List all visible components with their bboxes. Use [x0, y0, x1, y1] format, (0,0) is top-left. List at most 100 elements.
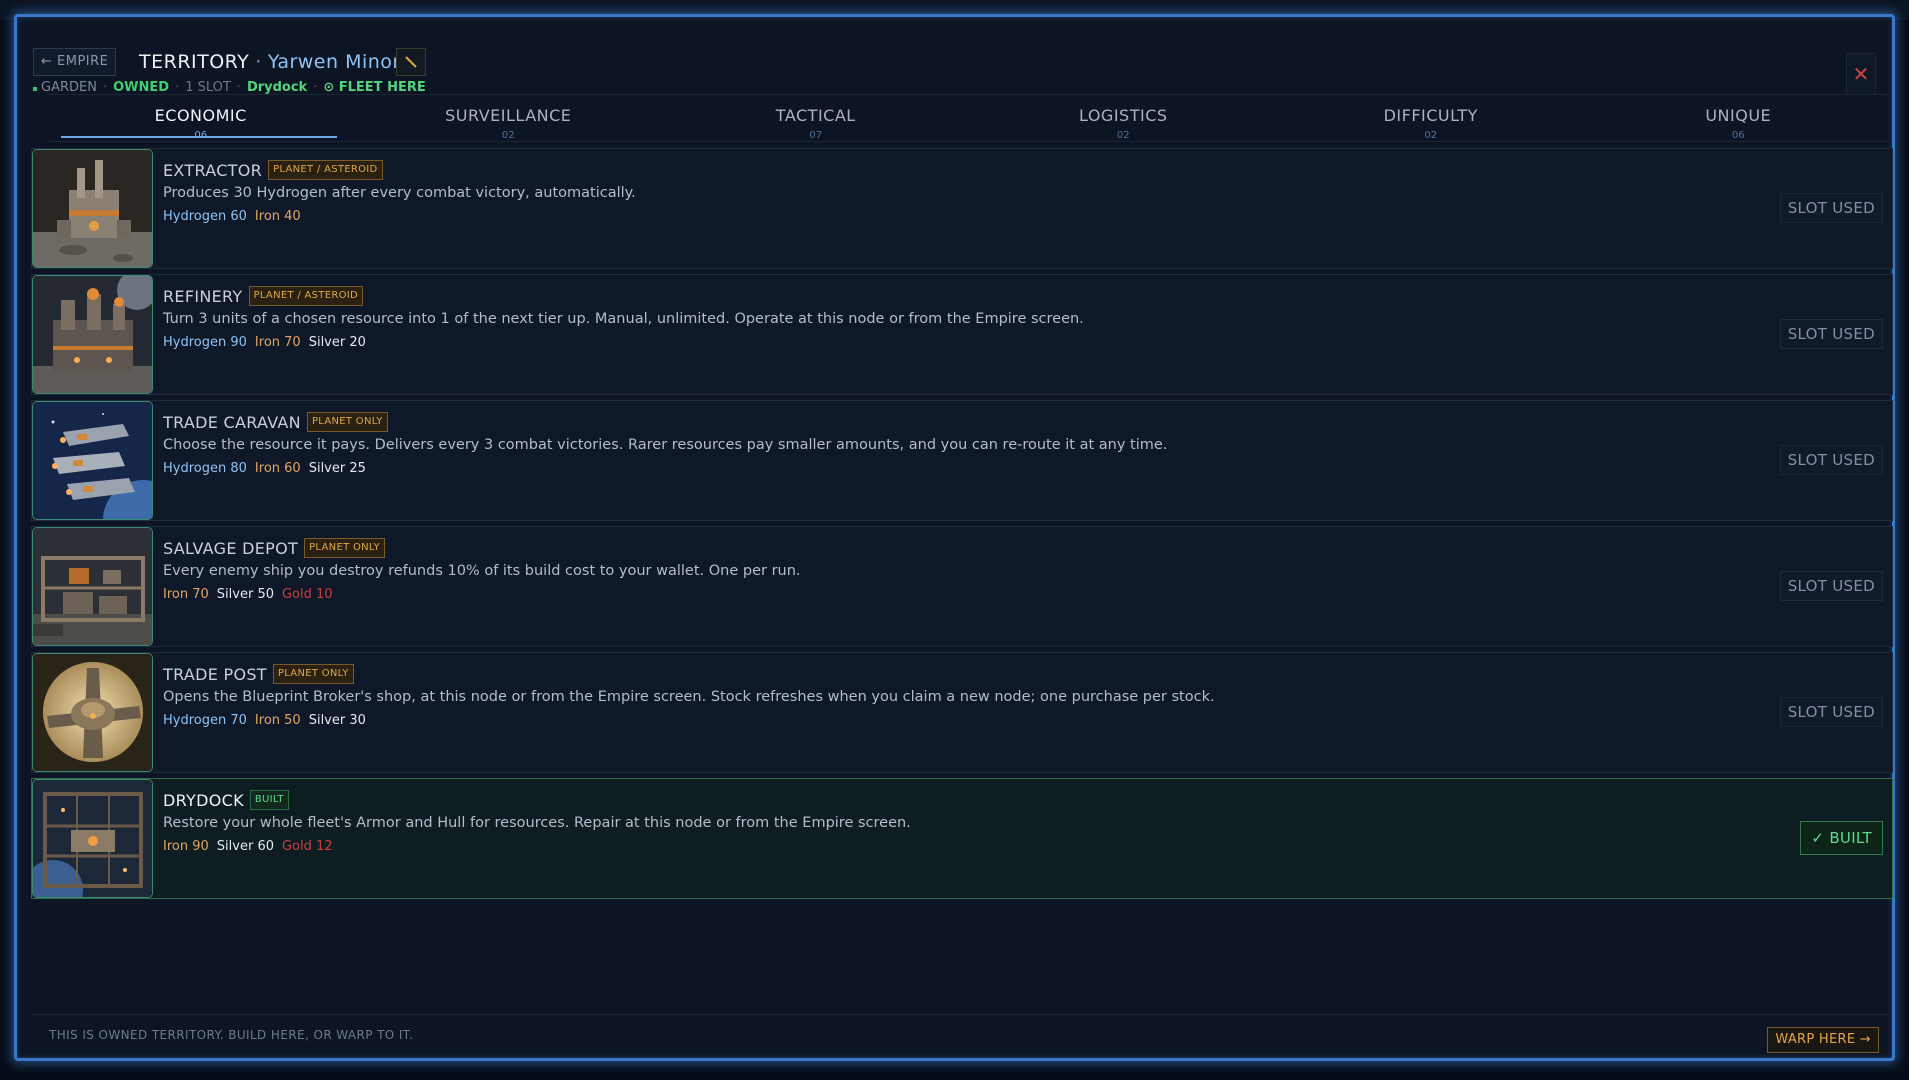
cost-amount: 60 — [257, 839, 274, 854]
close-button[interactable]: ✕ — [1846, 53, 1876, 95]
tab-label: UNIQUE — [1705, 106, 1772, 125]
slot-used-status: SLOT USED — [1779, 571, 1883, 601]
building-row-salvage-depot[interactable]: SALVAGE DEPOT PLANET ONLY Every enemy sh… — [31, 526, 1893, 647]
cost-resource: Gold — [281, 839, 312, 854]
cost-gold: Gold 12 — [282, 839, 333, 854]
footer-hint: THIS IS OWNED TERRITORY. BUILD HERE, OR … — [49, 1028, 414, 1042]
tab-count: 07 — [809, 130, 823, 141]
building-costs: Hydrogen 60 Iron 40 — [163, 209, 1712, 224]
cost-amount: 70 — [230, 713, 247, 728]
rename-button[interactable] — [396, 48, 426, 76]
refinery-thumbnail-image — [32, 275, 153, 394]
building-name: EXTRACTOR — [163, 160, 263, 180]
cost-silver: Silver 30 — [309, 713, 366, 728]
cost-amount: 40 — [284, 209, 301, 224]
building-name: TRADE POST — [163, 664, 267, 684]
building-row-trade-post[interactable]: TRADE POST PLANET ONLY Opens the Bluepri… — [31, 652, 1893, 773]
cost-amount: 10 — [316, 587, 333, 602]
cost-silver: Silver 50 — [217, 587, 274, 602]
title-separator: · — [255, 51, 262, 73]
back-to-empire-button[interactable]: ← EMPIRE — [33, 48, 117, 76]
tab-tactical[interactable]: TACTICAL 07 — [662, 95, 970, 141]
trade-post-thumbnail-image — [32, 653, 153, 772]
trade-caravan-thumbnail-image — [32, 401, 153, 520]
cost-amount: 20 — [349, 335, 366, 350]
planet-type: GARDEN — [41, 80, 97, 95]
page-title: TERRITORY · Yarwen Minor — [139, 48, 401, 76]
building-description: Every enemy ship you destroy refunds 10%… — [163, 563, 801, 579]
building-description: Restore your whole fleet's Armor and Hul… — [163, 815, 911, 831]
ownership-status: OWNED — [113, 80, 170, 95]
building-costs: Iron 70 Silver 50 Gold 10 — [163, 587, 1712, 602]
building-description: Produces 30 Hydrogen after every combat … — [163, 185, 636, 201]
tab-label: ECONOMIC — [154, 106, 247, 125]
cost-hydrogen: Hydrogen 80 — [163, 461, 247, 476]
tab-count: 02 — [1424, 130, 1438, 141]
building-row-refinery[interactable]: REFINERY PLANET / ASTEROID Turn 3 units … — [31, 274, 1893, 395]
close-icon: ✕ — [1852, 62, 1870, 86]
cost-amount: 90 — [230, 335, 247, 350]
cost-hydrogen: Hydrogen 90 — [163, 335, 247, 350]
cost-resource: Iron — [254, 335, 281, 350]
building-costs: Iron 90 Silver 60 Gold 12 — [163, 839, 1712, 854]
tab-count: 06 — [194, 130, 208, 141]
cost-hydrogen: Hydrogen 70 — [163, 713, 247, 728]
cost-resource: Hydrogen — [163, 713, 227, 728]
building-row-trade-caravan[interactable]: TRADE CARAVAN PLANET ONLY Choose the res… — [31, 400, 1893, 521]
building-row-extractor[interactable]: EXTRACTOR PLANET / ASTEROID Produces 30 … — [31, 148, 1893, 269]
building-costs: Hydrogen 90 Iron 70 Silver 20 — [163, 335, 1712, 350]
territory-modal: ← EMPIRE TERRITORY · Yarwen Minor GARDEN ·… — [14, 14, 1895, 1061]
slot-used-status: SLOT USED — [1779, 697, 1883, 727]
cost-silver: Silver 20 — [309, 335, 366, 350]
cost-amount: 30 — [349, 713, 366, 728]
building-name: SALVAGE DEPOT — [163, 538, 299, 558]
modal-footer: THIS IS OWNED TERRITORY. BUILD HERE, OR … — [31, 1014, 1891, 1058]
building-costs: Hydrogen 70 Iron 50 Silver 30 — [163, 713, 1712, 728]
building-row-drydock[interactable]: DRYDOCK BUILT Restore your whole fleet's… — [31, 778, 1893, 899]
tab-difficulty[interactable]: DIFFICULTY 02 — [1277, 95, 1585, 141]
tab-label: SURVEILLANCE — [445, 106, 572, 125]
cost-resource: Silver — [216, 587, 254, 602]
slot-used-status: SLOT USED — [1779, 193, 1883, 223]
cost-amount: 50 — [257, 587, 274, 602]
terrain-tag: PLANET ONLY — [272, 664, 354, 684]
terrain-tag: PLANET ONLY — [306, 412, 388, 432]
cost-resource: Iron — [254, 461, 281, 476]
cost-resource: Silver — [308, 335, 346, 350]
drydock-thumbnail-image — [32, 779, 153, 898]
terrain-tag: PLANET / ASTEROID — [248, 286, 363, 306]
cost-silver: Silver 25 — [309, 461, 366, 476]
building-name: DRYDOCK — [163, 790, 244, 810]
cost-iron: Iron 50 — [255, 713, 301, 728]
cost-amount: 70 — [192, 587, 209, 602]
tab-unique[interactable]: UNIQUE 06 — [1585, 95, 1893, 141]
built-status-button[interactable]: ✓ BUILT — [1800, 821, 1883, 855]
territory-status-line: GARDEN · OWNED · 1 SLOT · Drydock · ⊙ FL… — [33, 80, 426, 95]
cost-amount: 80 — [230, 461, 247, 476]
separator: · — [102, 80, 108, 95]
category-tabs: ECONOMIC 06 SURVEILLANCE 02 TACTICAL 07 LOG… — [47, 94, 1892, 142]
tab-economic[interactable]: ECONOMIC 06 — [47, 95, 355, 141]
cost-resource: Silver — [216, 839, 254, 854]
warp-here-button[interactable]: WARP HERE → — [1767, 1027, 1879, 1053]
building-info: DRYDOCK BUILT Restore your whole fleet's… — [163, 789, 1712, 854]
building-description: Turn 3 units of a chosen resource into 1… — [163, 311, 1084, 327]
tab-label: DIFFICULTY — [1383, 106, 1478, 125]
terrain-tag: PLANET ONLY — [304, 538, 385, 558]
cost-iron: Iron 40 — [255, 209, 301, 224]
tab-surveillance[interactable]: SURVEILLANCE 02 — [355, 95, 663, 141]
built-tag: BUILT — [249, 790, 289, 810]
tab-label: LOGISTICS — [1078, 106, 1168, 125]
cost-amount: 90 — [192, 839, 209, 854]
cost-amount: 25 — [349, 461, 366, 476]
planet-type-bullet-icon — [33, 87, 37, 91]
terrain-tag: PLANET / ASTEROID — [268, 160, 383, 180]
tab-logistics[interactable]: LOGISTICS 02 — [970, 95, 1278, 141]
cost-hydrogen: Hydrogen 60 — [163, 209, 247, 224]
building-name: TRADE CARAVAN — [163, 412, 301, 432]
cost-gold: Gold 10 — [282, 587, 333, 602]
cost-resource: Hydrogen — [163, 209, 227, 224]
cost-resource: Hydrogen — [163, 335, 227, 350]
tab-count: 06 — [1731, 130, 1745, 141]
slot-used-status: SLOT USED — [1779, 319, 1883, 349]
